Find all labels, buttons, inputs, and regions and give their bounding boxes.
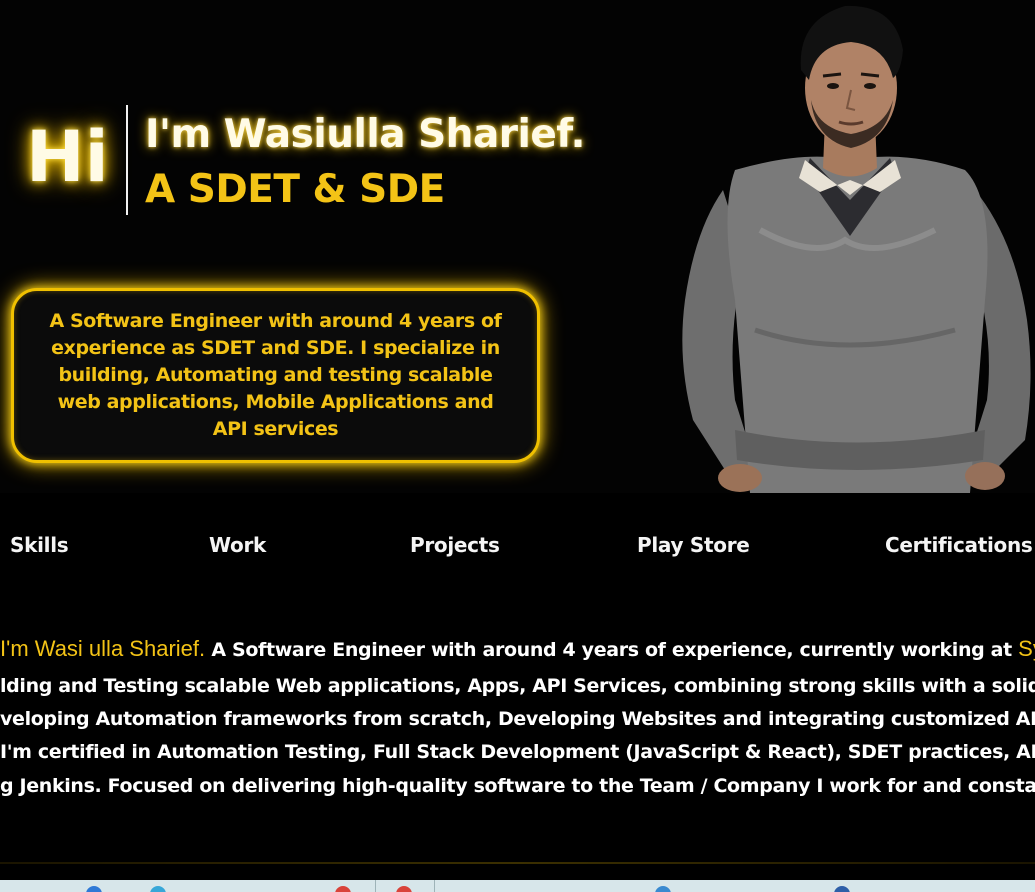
- about-name: I'm Wasi ulla Sharief.: [0, 636, 206, 661]
- about-section: I'm Wasi ulla Sharief. A Software Engine…: [0, 630, 1035, 860]
- greeting-text: Hi: [26, 116, 109, 198]
- nav-play-store[interactable]: Play Store: [637, 533, 750, 557]
- nav-projects[interactable]: Projects: [410, 533, 500, 557]
- nav-skills[interactable]: Skills: [10, 533, 69, 557]
- section-divider: [0, 862, 1035, 864]
- hero-section: Hi I'm Wasiulla Sharief. A SDET & SDE A …: [0, 0, 1035, 493]
- intro-card: A Software Engineer with around 4 years …: [11, 288, 540, 463]
- about-line-1: I'm Wasi ulla Sharief. A Software Engine…: [0, 636, 1035, 663]
- hero-role: A SDET & SDE: [145, 167, 445, 212]
- nav-certifications[interactable]: Certifications: [885, 533, 1033, 557]
- about-intro-text: A Software Engineer with around 4 years …: [205, 639, 1019, 661]
- taskbar-separator: [434, 880, 435, 892]
- intro-text: A Software Engineer with around 4 years …: [49, 310, 502, 440]
- taskbar-separator: [375, 880, 376, 892]
- main-nav: Skills Work Projects Play Store Certific…: [0, 493, 1035, 611]
- about-line-2: lding and Testing scalable Web applicati…: [0, 675, 1035, 697]
- about-company: Synech: [1018, 636, 1035, 661]
- greeting-divider: [126, 105, 128, 215]
- portfolio-page: Hi I'm Wasiulla Sharief. A SDET & SDE A …: [0, 0, 1035, 892]
- about-line-5: g Jenkins. Focused on delivering high-qu…: [0, 775, 1035, 797]
- about-line-3: veloping Automation frameworks from scra…: [0, 708, 1035, 730]
- nav-work[interactable]: Work: [209, 533, 266, 557]
- about-line-4: I'm certified in Automation Testing, Ful…: [0, 741, 1035, 763]
- profile-photo: [682, 5, 1031, 493]
- hero-name: I'm Wasiulla Sharief.: [145, 112, 585, 157]
